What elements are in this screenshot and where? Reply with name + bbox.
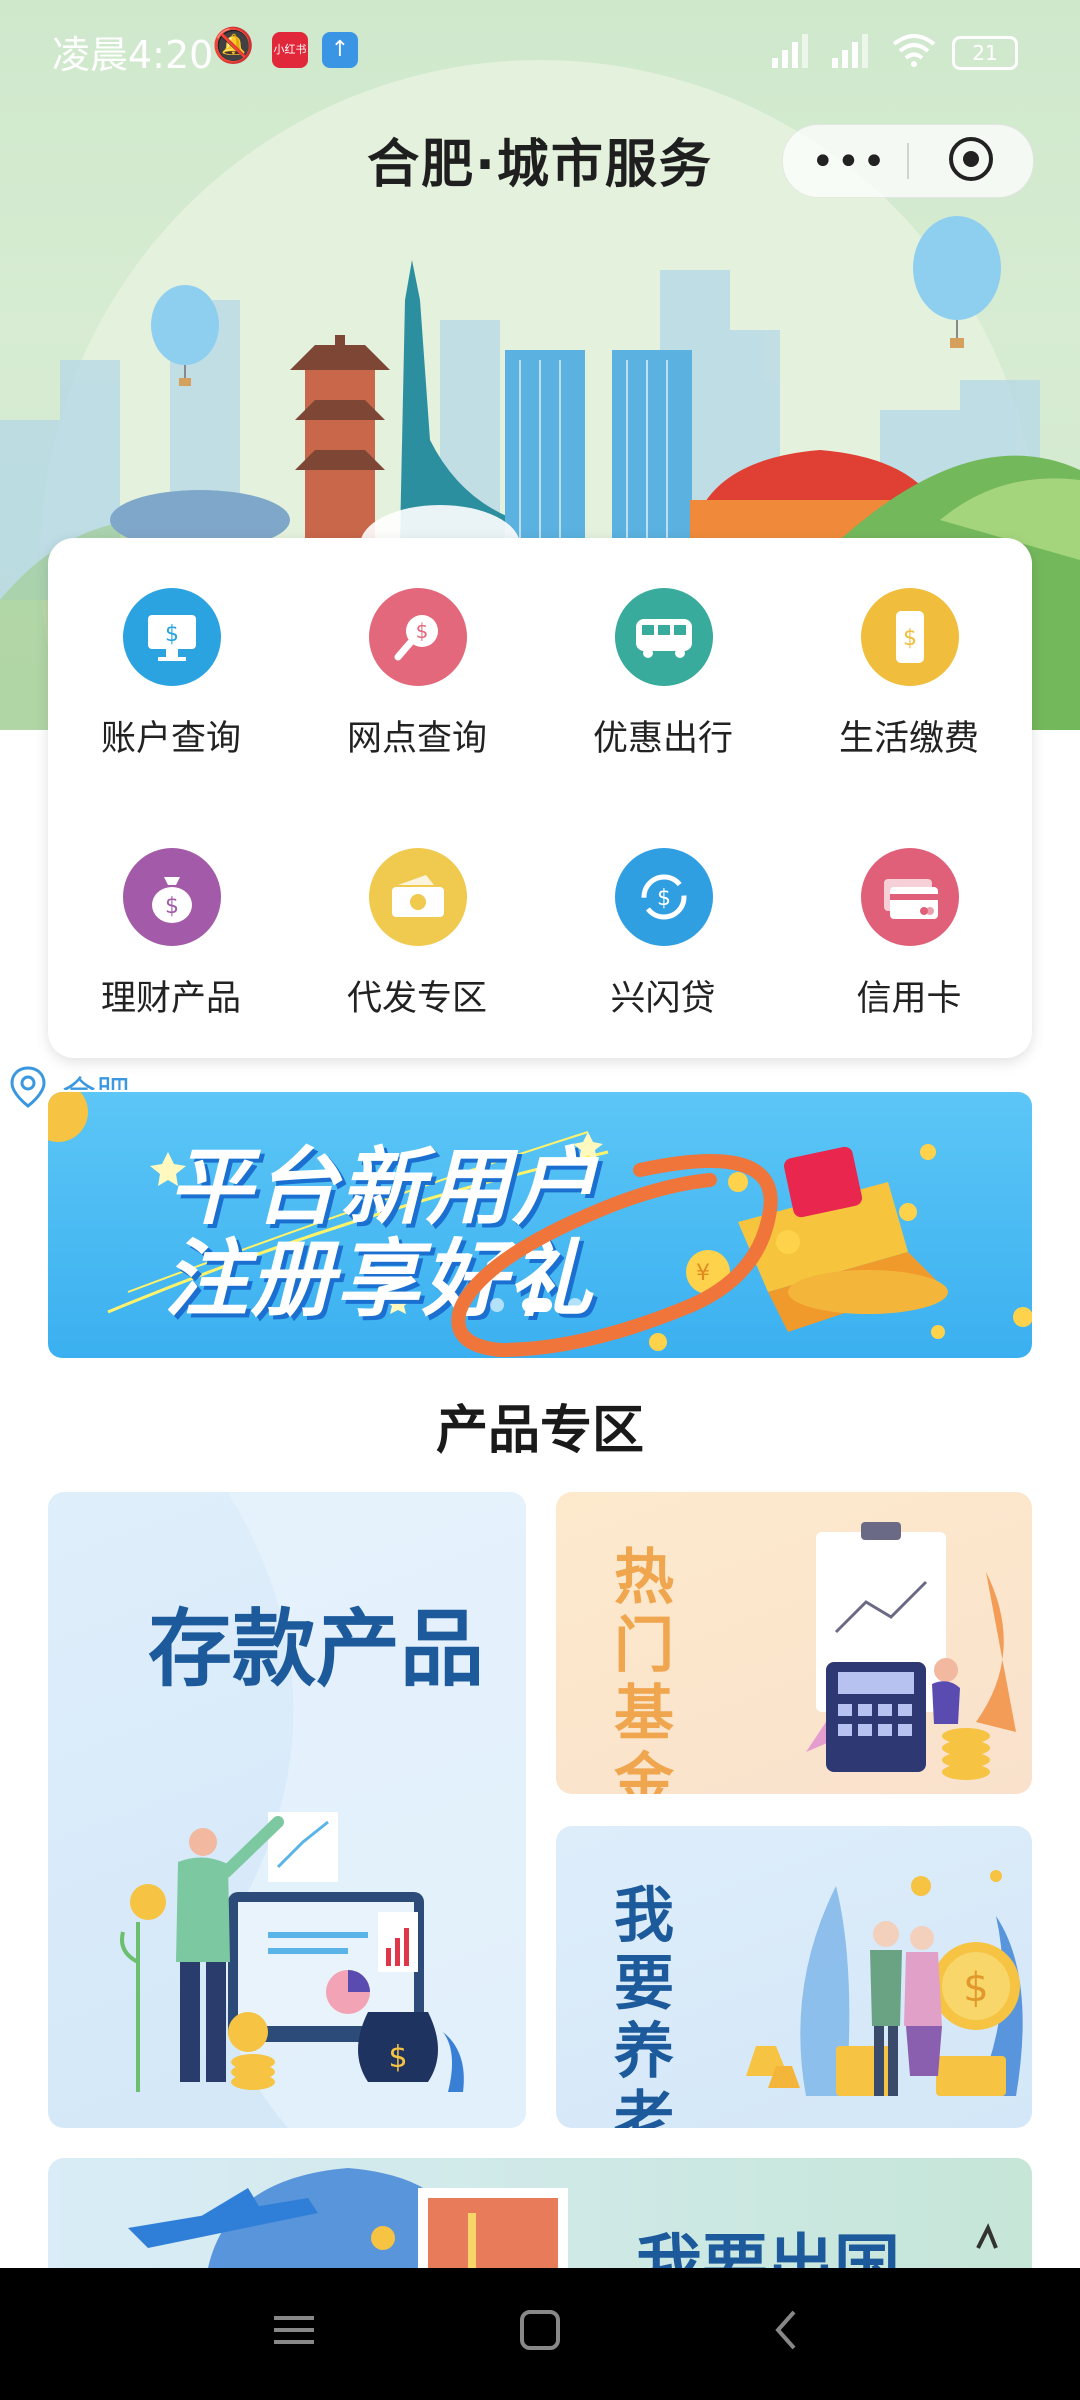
service-utility-payment[interactable]: $ 生活缴费 — [786, 538, 1032, 798]
service-credit-card[interactable]: 信用卡 — [786, 798, 1032, 1058]
svg-text:$: $ — [165, 894, 179, 919]
app-notification-icon: 小红书 — [272, 32, 308, 68]
hand-drawn-scribble — [451, 1154, 778, 1358]
service-branch-query[interactable]: $ 网点查询 — [294, 538, 540, 798]
service-wealth-products[interactable]: $ 理财产品 — [48, 798, 294, 1058]
svg-text:$: $ — [963, 1965, 988, 2011]
location-pin-icon — [10, 1066, 46, 1108]
location-city: 合肥 — [62, 1066, 130, 1090]
service-xingshan-loan[interactable]: $ 兴闪贷 — [540, 798, 786, 1058]
money-bag-icon: $ — [123, 848, 221, 946]
service-label: 账户查询 — [100, 719, 241, 759]
service-label: 兴闪贷 — [610, 979, 716, 1019]
upload-notification-icon: ↑ — [322, 32, 358, 68]
service-label: 优惠出行 — [592, 719, 733, 759]
product-card-deposit[interactable]: $ 存款产品 — [48, 1492, 526, 2128]
service-label: 代发专区 — [346, 979, 487, 1019]
product-card-pension[interactable]: $ 我要养老 — [556, 1826, 1032, 2128]
mute-icon: 🔕 — [212, 26, 255, 66]
home-icon[interactable] — [516, 2306, 564, 2354]
svg-text:$: $ — [657, 886, 671, 911]
back-icon[interactable] — [762, 2306, 810, 2354]
product-card-fund[interactable]: 热门基金 — [556, 1492, 1032, 1794]
service-discount-travel[interactable]: 优惠出行 — [540, 538, 786, 798]
service-grid: $ 账户查询 $ 网点查询 优惠出行 $ 生活缴费 $ 理财产品 代发专区 $ — [48, 538, 1032, 1058]
bus-icon — [615, 588, 713, 686]
capsule-divider — [907, 143, 909, 179]
battery-icon: 21 — [952, 36, 1018, 70]
product-label: 存款产品 — [148, 1600, 485, 1698]
service-label: 理财产品 — [100, 979, 241, 1019]
product-label: 我要出国 — [636, 2227, 900, 2268]
system-navigation-bar — [0, 2268, 1080, 2400]
svg-text:$: $ — [388, 2040, 407, 2075]
product-card-abroad[interactable]: 我要出国 — [48, 2158, 1032, 2268]
cash-icon — [369, 848, 467, 946]
miniprogram-capsule: ••• — [782, 124, 1034, 198]
computer-dollar-icon: $ — [123, 588, 221, 686]
service-label: 生活缴费 — [838, 719, 979, 759]
status-bar: 凌晨4:20 🔕 小红书 ↑ 21 — [0, 0, 1080, 100]
service-label: 网点查询 — [346, 719, 487, 759]
status-time: 凌晨4:20 — [52, 33, 214, 77]
close-miniprogram-button[interactable] — [949, 137, 993, 181]
section-title: 产品专区 — [435, 1401, 644, 1461]
svg-text:$: $ — [416, 619, 429, 643]
more-options-button[interactable]: ••• — [811, 139, 888, 185]
wifi-icon — [892, 34, 936, 67]
cell-signal-icon-2 — [832, 34, 868, 68]
cell-signal-icon — [772, 34, 808, 68]
search-dollar-icon: $ — [369, 588, 467, 686]
product-label: 热门基金 — [614, 1543, 674, 1794]
service-account-query[interactable]: $ 账户查询 — [48, 538, 294, 798]
credit-card-icon — [861, 848, 959, 946]
product-label: 我要养老 — [614, 1881, 674, 2128]
phone-dollar-icon: $ — [861, 588, 959, 686]
service-payroll-zone[interactable]: 代发专区 — [294, 798, 540, 1058]
svg-text:$: $ — [165, 622, 179, 647]
svg-text:$: $ — [903, 626, 917, 651]
service-label: 信用卡 — [856, 979, 962, 1019]
cycle-dollar-icon: $ — [615, 848, 713, 946]
menu-icon[interactable] — [270, 2306, 318, 2354]
